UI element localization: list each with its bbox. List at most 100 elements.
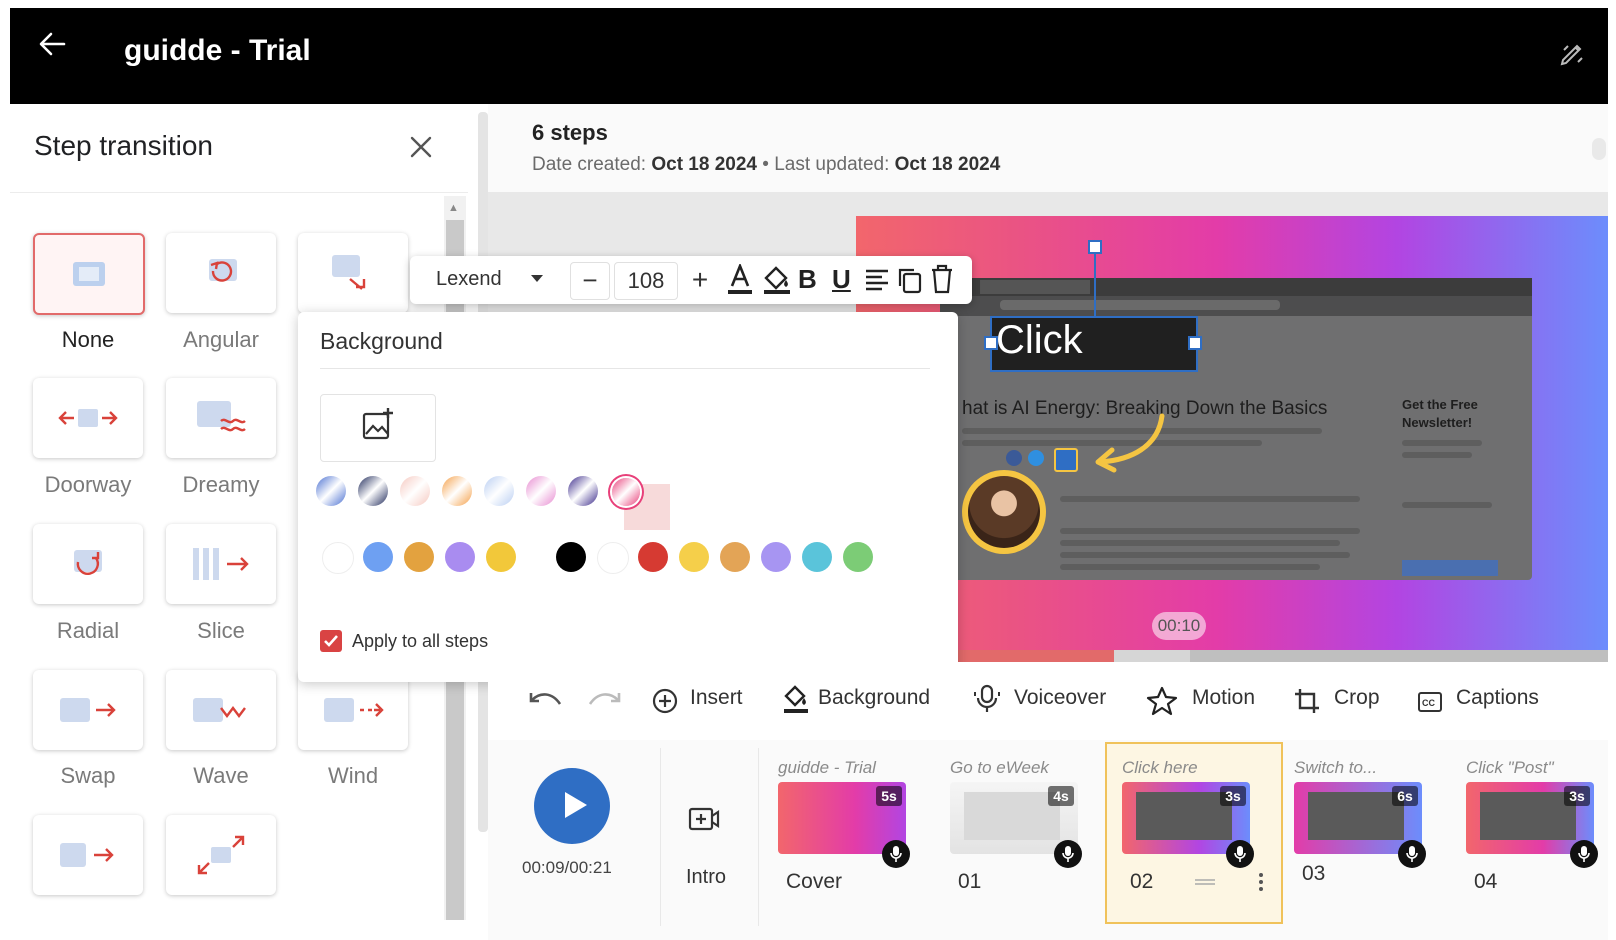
transition-angular[interactable]: [166, 233, 276, 313]
gradient-swatch[interactable]: [400, 476, 430, 506]
transition-slice[interactable]: [166, 524, 276, 604]
captions-button[interactable]: Captions: [1456, 686, 1539, 710]
transition-radial[interactable]: [33, 524, 143, 604]
swap-transition-icon: [60, 698, 116, 722]
gradient-swatch[interactable]: [442, 476, 472, 506]
transition-option[interactable]: [33, 815, 143, 895]
solid-swatch[interactable]: [802, 542, 832, 572]
background-fill-icon[interactable]: [782, 684, 810, 714]
play-icon: [562, 790, 588, 820]
gradient-swatch[interactable]: [358, 476, 388, 506]
gradient-swatch[interactable]: [316, 476, 346, 506]
solid-swatch[interactable]: [404, 542, 434, 572]
transition-wind[interactable]: [298, 670, 408, 750]
gradient-swatch[interactable]: [568, 476, 598, 506]
popover-divider: [320, 368, 930, 369]
transition-wave[interactable]: [166, 670, 276, 750]
font-size-decrease-button[interactable]: −: [570, 262, 610, 300]
apply-all-label[interactable]: Apply to all steps: [352, 631, 488, 652]
transition-zoom[interactable]: [166, 815, 276, 895]
rotate-handle[interactable]: [1088, 240, 1102, 254]
highlighted-share-icon: [1054, 448, 1078, 472]
align-icon[interactable]: [864, 268, 890, 292]
gradient-swatch[interactable]: [526, 476, 556, 506]
font-size-increase-button[interactable]: +: [682, 262, 718, 298]
voiceover-icon[interactable]: [974, 684, 1000, 714]
solid-swatch[interactable]: [720, 542, 750, 572]
solid-swatch[interactable]: [486, 542, 516, 572]
panel-divider: [10, 192, 468, 193]
transition-label: Dreamy: [182, 472, 260, 497]
background-button[interactable]: Background: [818, 686, 930, 710]
underline-button[interactable]: U: [832, 264, 851, 295]
back-arrow-icon[interactable]: [38, 30, 66, 58]
solid-swatch[interactable]: [638, 542, 668, 572]
transition-option[interactable]: [298, 233, 408, 313]
step-duration: 4s: [1048, 786, 1074, 806]
crop-icon[interactable]: [1294, 688, 1320, 714]
panel-toggle[interactable]: [1592, 138, 1606, 160]
transition-label: Angular: [183, 327, 259, 352]
step-voiceover-mic[interactable]: [1226, 840, 1254, 868]
radial-transition-icon: [74, 550, 102, 575]
motion-button[interactable]: Motion: [1192, 686, 1255, 710]
redo-icon[interactable]: [588, 690, 622, 714]
scroll-up-icon[interactable]: ▲: [448, 202, 459, 214]
captions-icon[interactable]: CC: [1418, 692, 1442, 712]
voiceover-button[interactable]: Voiceover: [1014, 686, 1106, 710]
insert-icon[interactable]: [652, 688, 678, 714]
step-voiceover-mic[interactable]: [1570, 840, 1598, 868]
step-duration: 6s: [1392, 786, 1418, 806]
close-icon[interactable]: [410, 136, 432, 158]
edit-pen-icon[interactable]: [1558, 40, 1586, 68]
motion-star-icon[interactable]: [1146, 686, 1178, 716]
font-size-value[interactable]: 108: [614, 262, 678, 300]
wave-transition-icon: [193, 698, 246, 722]
solid-swatch[interactable]: [597, 542, 629, 574]
strip-divider: [758, 748, 759, 926]
undo-icon[interactable]: [528, 690, 562, 714]
steps-count: 6 steps: [532, 120, 608, 145]
step-voiceover-mic[interactable]: [1398, 840, 1426, 868]
crop-button[interactable]: Crop: [1334, 686, 1380, 710]
date-separator: •: [762, 154, 769, 175]
drag-handle-icon[interactable]: [1194, 878, 1216, 886]
click-text[interactable]: Click: [996, 318, 1083, 363]
resize-handle-right[interactable]: [1188, 336, 1202, 350]
transition-swap[interactable]: [33, 670, 143, 750]
text-color-icon[interactable]: [726, 264, 754, 296]
mic-icon: [1234, 846, 1246, 862]
insert-button[interactable]: Insert: [690, 686, 743, 710]
screenshot-tab: [980, 280, 1090, 294]
step-voiceover-mic[interactable]: [1054, 840, 1082, 868]
article-line: [1060, 552, 1350, 558]
solid-swatch[interactable]: [761, 542, 791, 572]
more-options-icon[interactable]: [1258, 872, 1264, 892]
solid-swatch[interactable]: [843, 542, 873, 572]
solid-swatch[interactable]: [556, 542, 586, 572]
step-title: Click "Post": [1466, 758, 1554, 777]
solid-swatch[interactable]: [679, 542, 709, 572]
updated-date: Oct 18 2024: [894, 154, 1001, 175]
transition-dreamy[interactable]: [166, 378, 276, 458]
trash-icon[interactable]: [930, 264, 954, 294]
newsletter-line: [1402, 440, 1482, 446]
step-title: Go to eWeek: [950, 758, 1049, 777]
solid-swatch[interactable]: [445, 542, 475, 572]
apply-all-checkbox[interactable]: [320, 630, 342, 652]
duplicate-icon[interactable]: [896, 266, 922, 294]
fill-color-icon[interactable]: [762, 264, 792, 296]
transition-none[interactable]: [33, 233, 145, 315]
step-voiceover-mic[interactable]: [882, 840, 910, 868]
intro-label[interactable]: Intro: [686, 866, 726, 889]
transition-doorway[interactable]: [33, 378, 143, 458]
add-image-icon: [362, 408, 394, 440]
gradient-swatch[interactable]: [484, 476, 514, 506]
add-intro-icon[interactable]: [688, 806, 720, 832]
solid-swatch[interactable]: [363, 542, 393, 572]
bold-button[interactable]: B: [798, 264, 817, 295]
timestamp-pill: 00:10: [1152, 612, 1206, 640]
gradient-swatch[interactable]: [612, 478, 640, 506]
resize-handle-left[interactable]: [984, 336, 998, 350]
solid-swatch[interactable]: [322, 542, 354, 574]
